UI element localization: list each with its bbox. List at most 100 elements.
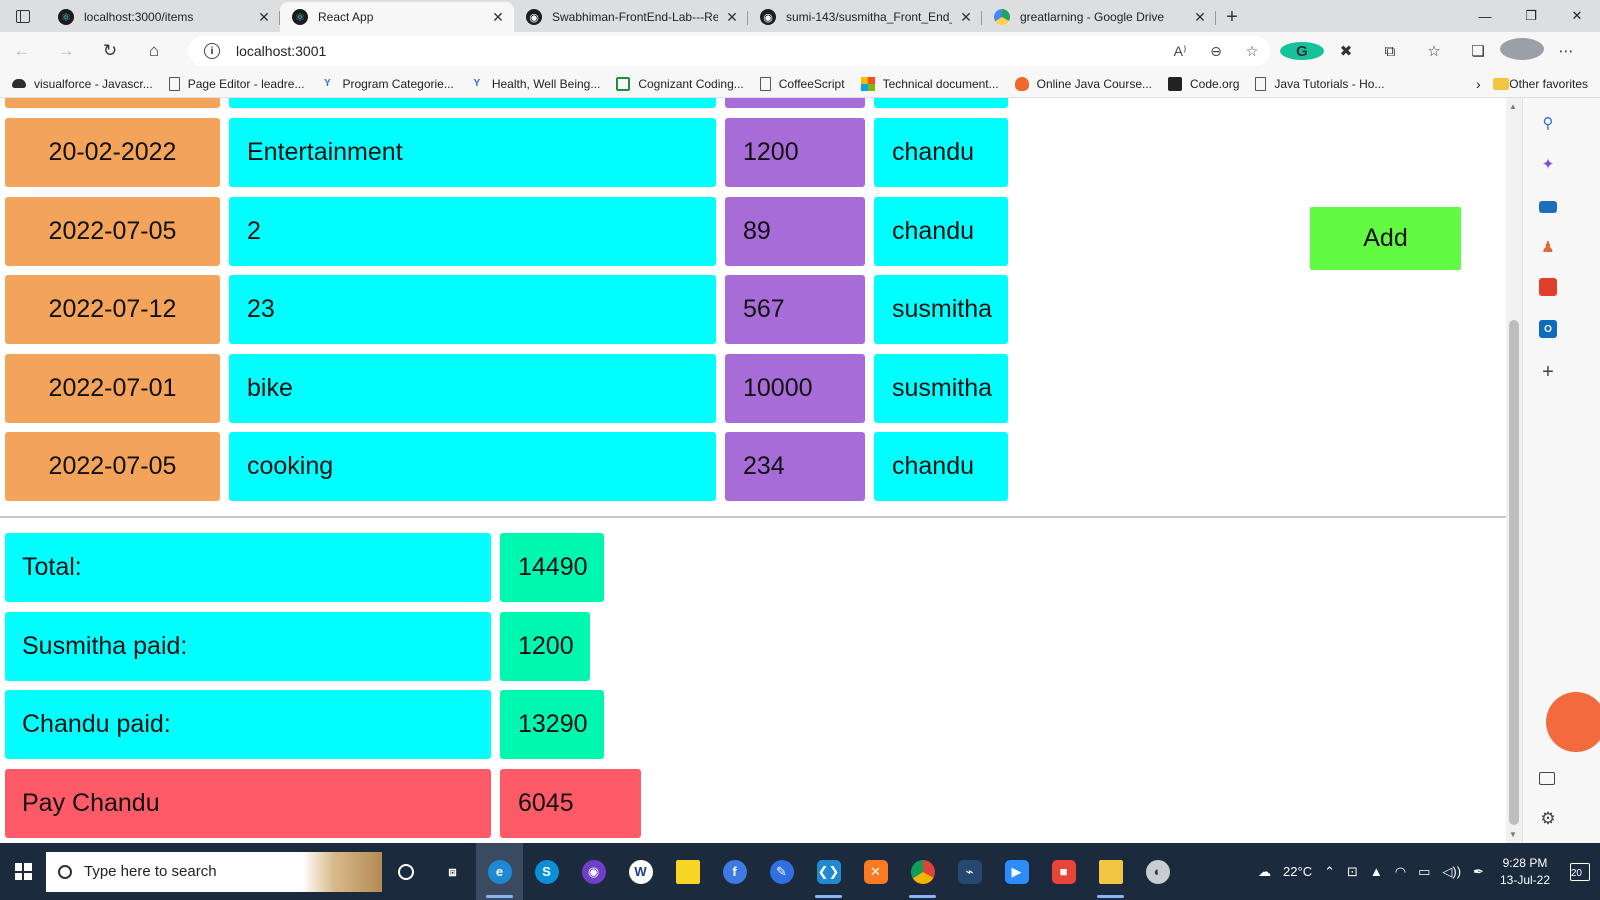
profile-avatar[interactable] — [1500, 38, 1544, 64]
read-aloud-icon[interactable]: A⁾ — [1162, 43, 1198, 60]
camera-icon[interactable]: ⊡ — [1347, 864, 1358, 880]
close-icon[interactable]: ✕ — [724, 9, 740, 26]
more-menu-icon[interactable]: ⋯ — [1544, 42, 1588, 60]
gear-icon[interactable]: ⚙ — [1539, 809, 1557, 828]
add-favorite-icon[interactable]: ☆ — [1234, 43, 1270, 60]
home-button[interactable]: ⌂ — [132, 32, 176, 70]
chevron-right-icon[interactable]: › — [1463, 76, 1493, 92]
payee-cell: chandu — [874, 197, 1008, 266]
weather-temperature[interactable]: 22°C — [1283, 864, 1312, 879]
browser-tab[interactable]: greatlarning - Google Drive ✕ — [982, 2, 1216, 32]
github-icon: ◉ — [526, 9, 542, 25]
browser-tab-active[interactable]: ⚛ React App ✕ — [280, 2, 514, 32]
tab-actions-button[interactable] — [0, 0, 46, 32]
taskbar-app-explorer[interactable] — [1087, 843, 1134, 900]
vertical-scrollbar[interactable]: ▲ ▼ — [1506, 98, 1522, 843]
grammarly-extension-icon[interactable]: G — [1280, 42, 1324, 60]
bookmark-item[interactable]: Y Health, Well Being... — [470, 77, 601, 91]
zoom-out-icon[interactable]: ⊖ — [1198, 43, 1234, 60]
bookmark-item[interactable]: Online Java Course... — [1014, 76, 1152, 91]
url-field[interactable]: i localhost:3001 A⁾ ⊖ ☆ — [188, 36, 1270, 66]
bookmark-item[interactable]: Technical document... — [860, 76, 999, 91]
date-cell — [5, 98, 220, 108]
cortana-button[interactable] — [382, 843, 429, 900]
refresh-button[interactable]: ↻ — [88, 32, 132, 70]
taskbar-app-pen[interactable]: ✎ — [758, 843, 805, 900]
add-button[interactable]: Add — [1310, 207, 1461, 270]
vpn-icon[interactable]: ▲ — [1370, 864, 1383, 879]
bookmark-item[interactable]: Java Tutorials - Ho... — [1255, 76, 1385, 91]
bookmark-item[interactable]: visualforce - Javascr... — [12, 77, 153, 91]
taskbar-app-whiteboard[interactable]: W — [617, 843, 664, 900]
floating-bubble[interactable] — [1546, 692, 1600, 752]
taskbar-app-edge[interactable]: e — [476, 843, 523, 900]
forward-button[interactable]: → — [44, 32, 88, 70]
window-close-button[interactable]: ✕ — [1554, 0, 1600, 32]
close-icon[interactable]: ✕ — [256, 9, 272, 26]
taskbar-app-recorder[interactable]: ■ — [1040, 843, 1087, 900]
scrollbar-thumb[interactable] — [1509, 320, 1519, 825]
page-icon — [168, 76, 180, 91]
taskbar-app-chrome[interactable] — [899, 843, 946, 900]
scroll-up-icon[interactable]: ▲ — [1509, 102, 1517, 111]
volume-icon[interactable]: ◁)) — [1442, 864, 1461, 880]
close-icon[interactable]: ✕ — [490, 9, 506, 26]
close-icon[interactable]: ✕ — [958, 9, 974, 26]
url-text: localhost:3001 — [236, 43, 327, 59]
cortana-icon — [397, 863, 414, 880]
favorites-icon[interactable]: ☆ — [1412, 42, 1456, 60]
taskbar-app-xampp[interactable]: ✕ — [852, 843, 899, 900]
minimize-button[interactable]: — — [1462, 0, 1508, 32]
copilot-icon[interactable]: ✦ — [1539, 155, 1557, 173]
wifi-icon[interactable]: ◠ — [1395, 864, 1406, 880]
zoom-icon: ▶ — [1004, 859, 1029, 884]
clock[interactable]: 9:28 PM 13-Jul-22 — [1500, 855, 1550, 889]
task-view-button[interactable]: ⧈ — [429, 843, 476, 900]
collections-icon[interactable]: ❏ — [1456, 42, 1500, 60]
taskbar-app-github[interactable]: ◉ — [570, 843, 617, 900]
toolbox-icon[interactable] — [1539, 201, 1557, 213]
taskbar-app-skype[interactable]: S — [523, 843, 570, 900]
taskbar-app-vscode[interactable]: ❮❯ — [805, 843, 852, 900]
chevron-up-icon[interactable]: ⌃ — [1324, 864, 1335, 880]
taskbar-app-sticky-notes[interactable] — [664, 843, 711, 900]
search-icon[interactable]: ⚲ — [1539, 114, 1557, 132]
battery-icon[interactable]: ▭ — [1418, 864, 1430, 880]
bookmark-item[interactable]: Code.org — [1168, 76, 1239, 91]
bookmark-item[interactable]: Y Program Categorie... — [320, 77, 454, 91]
close-icon[interactable]: ✕ — [1192, 9, 1208, 26]
bookmark-label: Java Tutorials - Ho... — [1274, 76, 1385, 91]
bookmark-item[interactable]: CoffeeScript — [759, 76, 845, 91]
tools-extension-icon[interactable]: ✖ — [1324, 42, 1368, 60]
weather-icon[interactable]: ☁ — [1258, 864, 1271, 880]
extensions-icon[interactable]: ⧉ — [1368, 43, 1412, 60]
product-cell: 23 — [229, 275, 716, 344]
restore-button[interactable]: ❐ — [1508, 0, 1554, 32]
taskbar-app-other[interactable]: ◐ — [1134, 843, 1181, 900]
bookmark-item[interactable]: Cognizant Coding... — [616, 76, 744, 91]
other-favorites[interactable]: Other favorites — [1493, 77, 1588, 91]
notifications-button[interactable]: 20 — [1560, 843, 1600, 900]
outlook-icon[interactable]: O — [1539, 320, 1557, 338]
bookmark-item[interactable]: Page Editor - leadre... — [168, 76, 304, 91]
browser-tab[interactable]: ⚛ localhost:3000/items ✕ — [46, 2, 280, 32]
bookmarks-bar: visualforce - Javascr... Page Editor - l… — [0, 70, 1600, 98]
scroll-down-icon[interactable]: ▼ — [1509, 830, 1517, 839]
back-button[interactable]: ← — [0, 32, 44, 70]
start-button[interactable] — [0, 843, 46, 900]
taskbar-app-remote[interactable]: ⌁ — [946, 843, 993, 900]
address-bar-row: ← → ↻ ⌂ i localhost:3001 A⁾ ⊖ ☆ G ✖ ⧉ ☆ … — [0, 32, 1600, 70]
add-sidebar-app-icon[interactable]: + — [1539, 361, 1557, 383]
site-info-icon[interactable]: i — [204, 43, 220, 59]
pen-tray-icon[interactable]: ✒ — [1473, 864, 1484, 880]
taskbar-app-zoom[interactable]: ▶ — [993, 843, 1040, 900]
new-tab-button[interactable]: + — [1216, 2, 1248, 32]
taskbar-app-firefox[interactable]: f — [711, 843, 758, 900]
taskbar-search[interactable]: Type here to search — [46, 851, 382, 892]
games-icon[interactable]: ♟ — [1539, 238, 1557, 256]
browser-tab[interactable]: ◉ sumi-143/susmitha_Front_End_la ✕ — [748, 2, 982, 32]
product-cell: cooking — [229, 432, 716, 501]
office-icon[interactable] — [1539, 278, 1557, 296]
browser-tab[interactable]: ◉ Swabhiman-FrontEnd-Lab---Rea ✕ — [514, 2, 748, 32]
hide-sidebar-icon[interactable] — [1539, 772, 1555, 785]
